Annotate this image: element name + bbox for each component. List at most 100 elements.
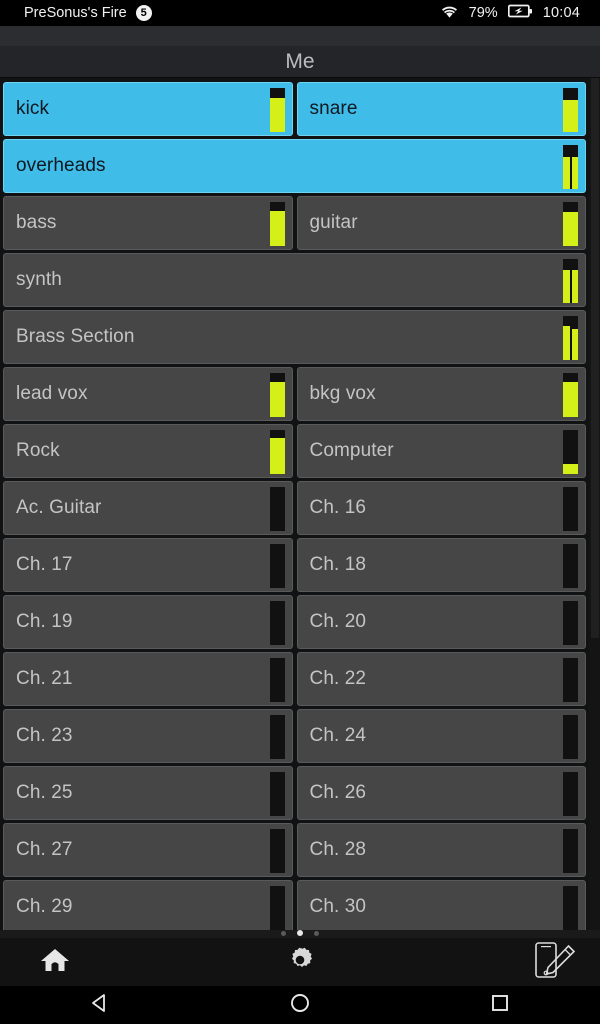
notification-badge: 5 <box>135 5 152 21</box>
level-meter-segment <box>269 430 285 474</box>
level-meter <box>269 658 285 702</box>
settings-button[interactable] <box>270 938 330 986</box>
app-root: PreSonus's Fire 5 79% 10:04 Me kick snare… <box>0 0 600 1024</box>
channel-strip[interactable]: Ch. 29 <box>3 880 293 930</box>
level-meter-segment <box>563 259 570 303</box>
level-meter-segment <box>570 145 578 189</box>
channel-row-line: bass guitar <box>0 196 589 250</box>
level-meter-segment <box>563 430 578 474</box>
channel-strip[interactable]: Ch. 23 <box>3 709 293 763</box>
channel-strip[interactable]: Ch. 30 <box>296 880 586 930</box>
app-name-label: PreSonus's Fire <box>24 5 127 21</box>
level-meter-segment <box>563 772 578 816</box>
channel-label: Ch. 18 <box>309 554 367 575</box>
level-meter <box>563 544 578 588</box>
channel-row-line: lead vox bkg vox <box>0 367 589 421</box>
home-button[interactable] <box>0 938 110 986</box>
level-meter-segment <box>269 829 285 873</box>
channel-label: Rock <box>16 440 60 461</box>
nav-home-button[interactable] <box>240 986 360 1024</box>
channel-row-line: Ac. Guitar Ch. 16 <box>0 481 589 535</box>
level-meter-segment <box>563 373 578 417</box>
level-meter-segment <box>269 202 285 246</box>
channel-label: guitar <box>309 212 358 233</box>
channel-row-line: Rock Computer <box>0 424 589 478</box>
gear-icon <box>285 945 315 980</box>
scrollbar-thumb[interactable] <box>591 78 599 638</box>
page-dot[interactable] <box>297 930 303 936</box>
battery-charging-icon <box>507 4 533 22</box>
channel-strip[interactable]: Ch. 21 <box>3 652 293 706</box>
level-meter-segment <box>269 373 285 417</box>
title-bar: Me <box>0 46 600 78</box>
channel-strip[interactable]: bass <box>3 196 293 250</box>
level-meter <box>269 544 285 588</box>
level-meter <box>563 772 578 816</box>
channel-row-line: Ch. 23 Ch. 24 <box>0 709 589 763</box>
channel-strip[interactable]: Brass Section <box>3 310 586 364</box>
channel-label: Ch. 17 <box>16 554 73 575</box>
channel-strip[interactable]: Ch. 16 <box>296 481 586 535</box>
nav-recents-button[interactable] <box>440 986 560 1024</box>
nav-back-button[interactable] <box>40 986 160 1024</box>
channel-label: Ch. 26 <box>309 782 367 803</box>
level-meter-segment <box>563 544 578 588</box>
level-meter <box>269 772 285 816</box>
channel-strip[interactable]: bkg vox <box>296 367 586 421</box>
channel-row-line: kick snare <box>0 82 589 136</box>
level-meter <box>269 601 285 645</box>
bottom-toolbar <box>0 938 600 986</box>
channel-strip[interactable]: Ch. 19 <box>3 595 293 649</box>
level-meter <box>563 373 578 417</box>
level-meter <box>563 88 578 132</box>
page-title: Me <box>285 49 315 73</box>
channel-strip[interactable]: Ch. 24 <box>296 709 586 763</box>
level-meter <box>563 601 578 645</box>
level-meter-segment <box>269 487 285 531</box>
channel-strip[interactable]: Ch. 20 <box>296 595 586 649</box>
channel-label: bass <box>16 212 57 233</box>
level-meter-segment <box>269 658 285 702</box>
channel-list-scroll[interactable]: kick snare overheads bass guitar synth Brass S… <box>0 78 600 930</box>
channel-strip[interactable]: synth <box>3 253 586 307</box>
channel-strip[interactable]: Ch. 17 <box>3 538 293 592</box>
level-meter <box>563 430 578 474</box>
channel-strip[interactable]: Ac. Guitar <box>3 481 293 535</box>
level-meter <box>563 658 578 702</box>
channel-row-line: overheads <box>0 139 589 193</box>
channel-strip[interactable]: Ch. 25 <box>3 766 293 820</box>
level-meter-segment <box>563 715 578 759</box>
circle-home-icon <box>289 992 311 1019</box>
channel-label: overheads <box>16 155 106 176</box>
triangle-back-icon <box>89 992 111 1019</box>
device-edit-button[interactable] <box>510 938 600 986</box>
square-recents-icon <box>489 992 511 1019</box>
channel-strip[interactable]: Computer <box>296 424 586 478</box>
channel-strip[interactable]: Ch. 22 <box>296 652 586 706</box>
titlebar-strip <box>0 26 600 46</box>
channel-label: Ch. 16 <box>309 497 367 518</box>
level-meter-segment <box>563 487 578 531</box>
channel-strip[interactable]: snare <box>296 82 586 136</box>
page-dot[interactable] <box>281 930 286 936</box>
page-dot[interactable] <box>314 930 319 936</box>
status-bar-left: PreSonus's Fire 5 <box>24 5 152 21</box>
device-pencil-icon <box>532 940 578 985</box>
channel-row-line: Ch. 27 Ch. 28 <box>0 823 589 877</box>
channel-strip[interactable]: kick <box>3 82 293 136</box>
level-meter-segment <box>563 316 570 360</box>
channel-strip[interactable]: Ch. 27 <box>3 823 293 877</box>
level-meter <box>563 886 578 930</box>
channel-strip[interactable]: Ch. 26 <box>296 766 586 820</box>
clock-label: 10:04 <box>542 5 580 21</box>
level-meter-segment <box>563 829 578 873</box>
channel-strip[interactable]: Rock <box>3 424 293 478</box>
level-meter <box>269 715 285 759</box>
channel-strip[interactable]: Ch. 18 <box>296 538 586 592</box>
channel-label: Ch. 21 <box>16 668 73 689</box>
level-meter-segment <box>563 202 578 246</box>
channel-strip[interactable]: lead vox <box>3 367 293 421</box>
channel-strip[interactable]: guitar <box>296 196 586 250</box>
channel-strip[interactable]: Ch. 28 <box>296 823 586 877</box>
channel-strip[interactable]: overheads <box>3 139 586 193</box>
